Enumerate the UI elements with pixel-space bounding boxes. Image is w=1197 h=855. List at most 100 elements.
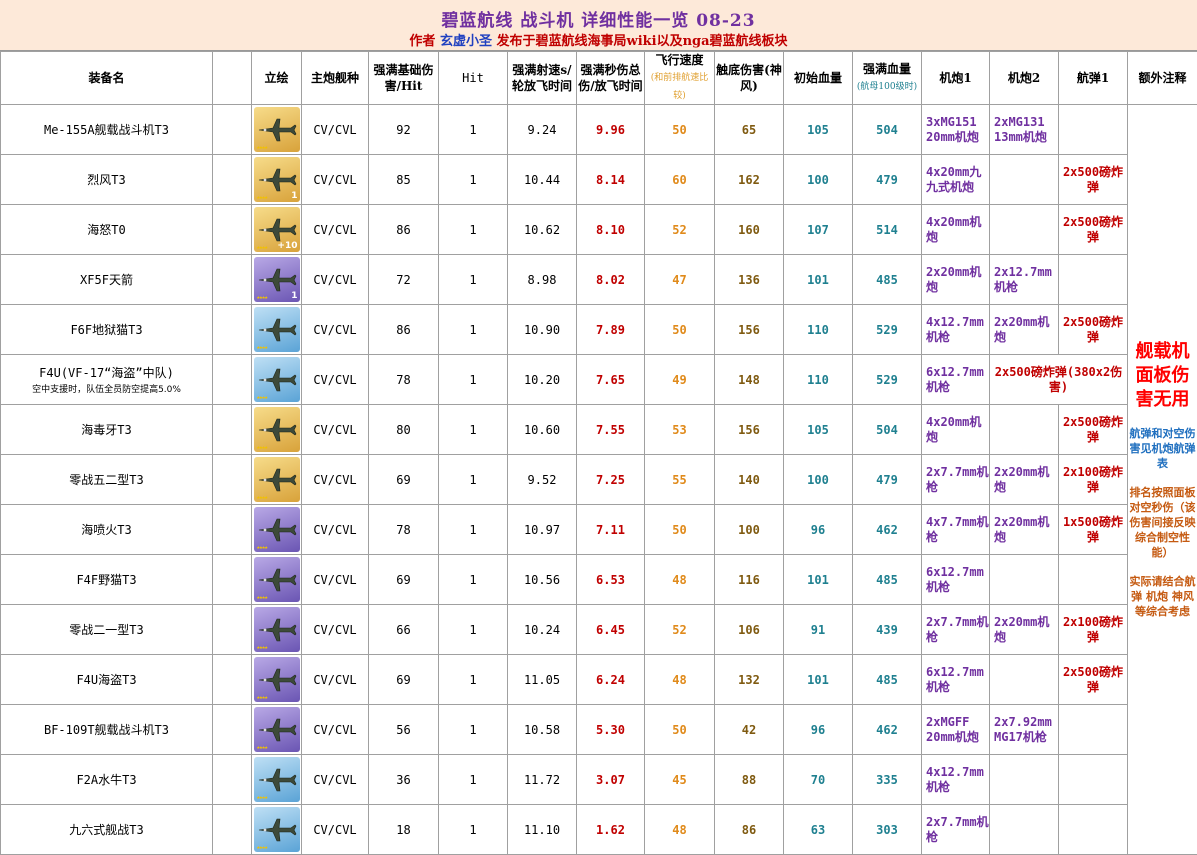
col-speed-label: 飞行速度 [655,53,703,67]
dps-value: 1.62 [577,805,645,855]
equip-note: 空中支援时，队伍全员防空提高5.0% [1,382,212,395]
equip-name: F4F野猫T3 [1,555,213,605]
blank-cell [213,555,252,605]
bomb1: 2x500磅炸弹 [1059,155,1128,205]
equip-name-text: 海喷火T3 [81,523,131,537]
kamikaze-damage: 162 [715,155,784,205]
dps-value: 7.55 [577,405,645,455]
plane-thumbnail: ★★★★ [254,657,300,702]
note-ranking: 排名按照面板对空秒伤（该伤害间接反映综合制空性能） [1128,485,1197,560]
flight-speed: 50 [645,705,715,755]
plane-thumbnail: ★★★★ [254,757,300,802]
page-title: 碧蓝航线 战斗机 详细性能一览 08-23 [0,6,1197,31]
gun2 [990,205,1059,255]
bomb1: 2x100磅炸弹 [1059,455,1128,505]
plane-icon [257,415,297,445]
fire-rate: 11.05 [508,655,577,705]
kamikaze-damage: 65 [715,105,784,155]
hit-count: 1 [439,505,508,555]
col-max-hp-note: (航母100级时) [857,82,917,92]
plane-icon [257,115,297,145]
blank-cell [213,205,252,255]
plane-thumbnail: ★★★★ [254,707,300,752]
header-banner: 碧蓝航线 战斗机 详细性能一览 08-23 作者 玄虚小圣 发布于碧蓝航线海事局… [0,0,1197,51]
gun2: 2x12.7mm机枪 [990,255,1059,305]
art-cell: ★★★★ [252,605,302,655]
count-badge: +10 [277,241,297,251]
gun1: 2x7.7mm机枪 [922,805,990,855]
max-hp: 529 [853,355,922,405]
max-hp: 529 [853,305,922,355]
plane-thumbnail: ★★★★ [254,557,300,602]
art-cell: ★★★★ [252,755,302,805]
dps-value: 6.45 [577,605,645,655]
equip-name-text: 九六式舰战T3 [69,823,143,837]
hit-count: 1 [439,255,508,305]
ship-type: CV/CVL [302,805,369,855]
plane-icon [257,765,297,795]
init-hp: 91 [784,605,853,655]
plane-icon [257,165,297,195]
bomb1: 2x500磅炸弹 [1059,405,1128,455]
base-damage: 78 [369,355,439,405]
plane-icon [257,365,297,395]
gun1: 3xMG151 20mm机炮 [922,105,990,155]
rarity-stars-icon: ★★★★ [257,194,267,201]
dps-value: 3.07 [577,755,645,805]
init-hp: 100 [784,155,853,205]
gun1: 4x12.7mm机枪 [922,305,990,355]
rarity-stars-icon: ★★★★ [257,594,267,601]
col-max-hp: 强满血量 (航母100级时) [853,52,922,105]
rarity-stars-icon: ★★★★ [257,544,267,551]
base-damage: 69 [369,555,439,605]
hit-count: 1 [439,105,508,155]
col-extra: 额外注释 [1128,52,1197,105]
author-name: 玄虚小圣 [440,34,492,49]
dps-value: 8.10 [577,205,645,255]
hit-count: 1 [439,355,508,405]
bomb-special: 2x500磅炸弹(380x2伤害) [990,355,1128,405]
rarity-stars-icon: ★★★★ [257,444,267,451]
equip-name-text: F2A水牛T3 [76,773,136,787]
max-hp: 485 [853,555,922,605]
col-base-damage: 强满基础伤害/Hit [369,52,439,105]
gun1: 2x7.7mm机枪 [922,455,990,505]
blank-cell [213,155,252,205]
col-kamikaze: 触底伤害(神风) [715,52,784,105]
equip-name-text: 零战二一型T3 [69,623,143,637]
equip-name: F4U海盗T3 [1,655,213,705]
equip-name: 零战五二型T3 [1,455,213,505]
flight-speed: 48 [645,555,715,605]
gun2: 2x20mm机炮 [990,305,1059,355]
rarity-stars-icon: ★★★★ [257,844,267,851]
kamikaze-damage: 132 [715,655,784,705]
dps-value: 7.11 [577,505,645,555]
dps-value: 6.53 [577,555,645,605]
plane-icon [257,265,297,295]
plane-icon [257,815,297,845]
equip-name: 海喷火T3 [1,505,213,555]
equip-name: F6F地狱猫T3 [1,305,213,355]
table-row: F2A水牛T3★★★★CV/CVL36111.723.074588703354x… [1,755,1197,805]
gun1: 2x20mm机炮 [922,255,990,305]
init-hp: 101 [784,655,853,705]
blank-cell [213,705,252,755]
flight-speed: 52 [645,205,715,255]
bomb1 [1059,255,1128,305]
table-row: XF5F天箭★★★★1CV/CVL7218.988.02471361014852… [1,255,1197,305]
hit-count: 1 [439,405,508,455]
bomb1 [1059,805,1128,855]
fire-rate: 9.24 [508,105,577,155]
ship-type: CV/CVL [302,255,369,305]
base-damage: 80 [369,405,439,455]
equip-name: 烈风T3 [1,155,213,205]
equip-name: 海怒T0 [1,205,213,255]
author-label: 作者 [409,34,435,49]
base-damage: 92 [369,105,439,155]
art-cell: ★★★★ [252,355,302,405]
gun2 [990,655,1059,705]
col-ship: 主炮舰种 [302,52,369,105]
art-cell: ★★★★ [252,305,302,355]
base-damage: 78 [369,505,439,555]
blank-cell [213,405,252,455]
